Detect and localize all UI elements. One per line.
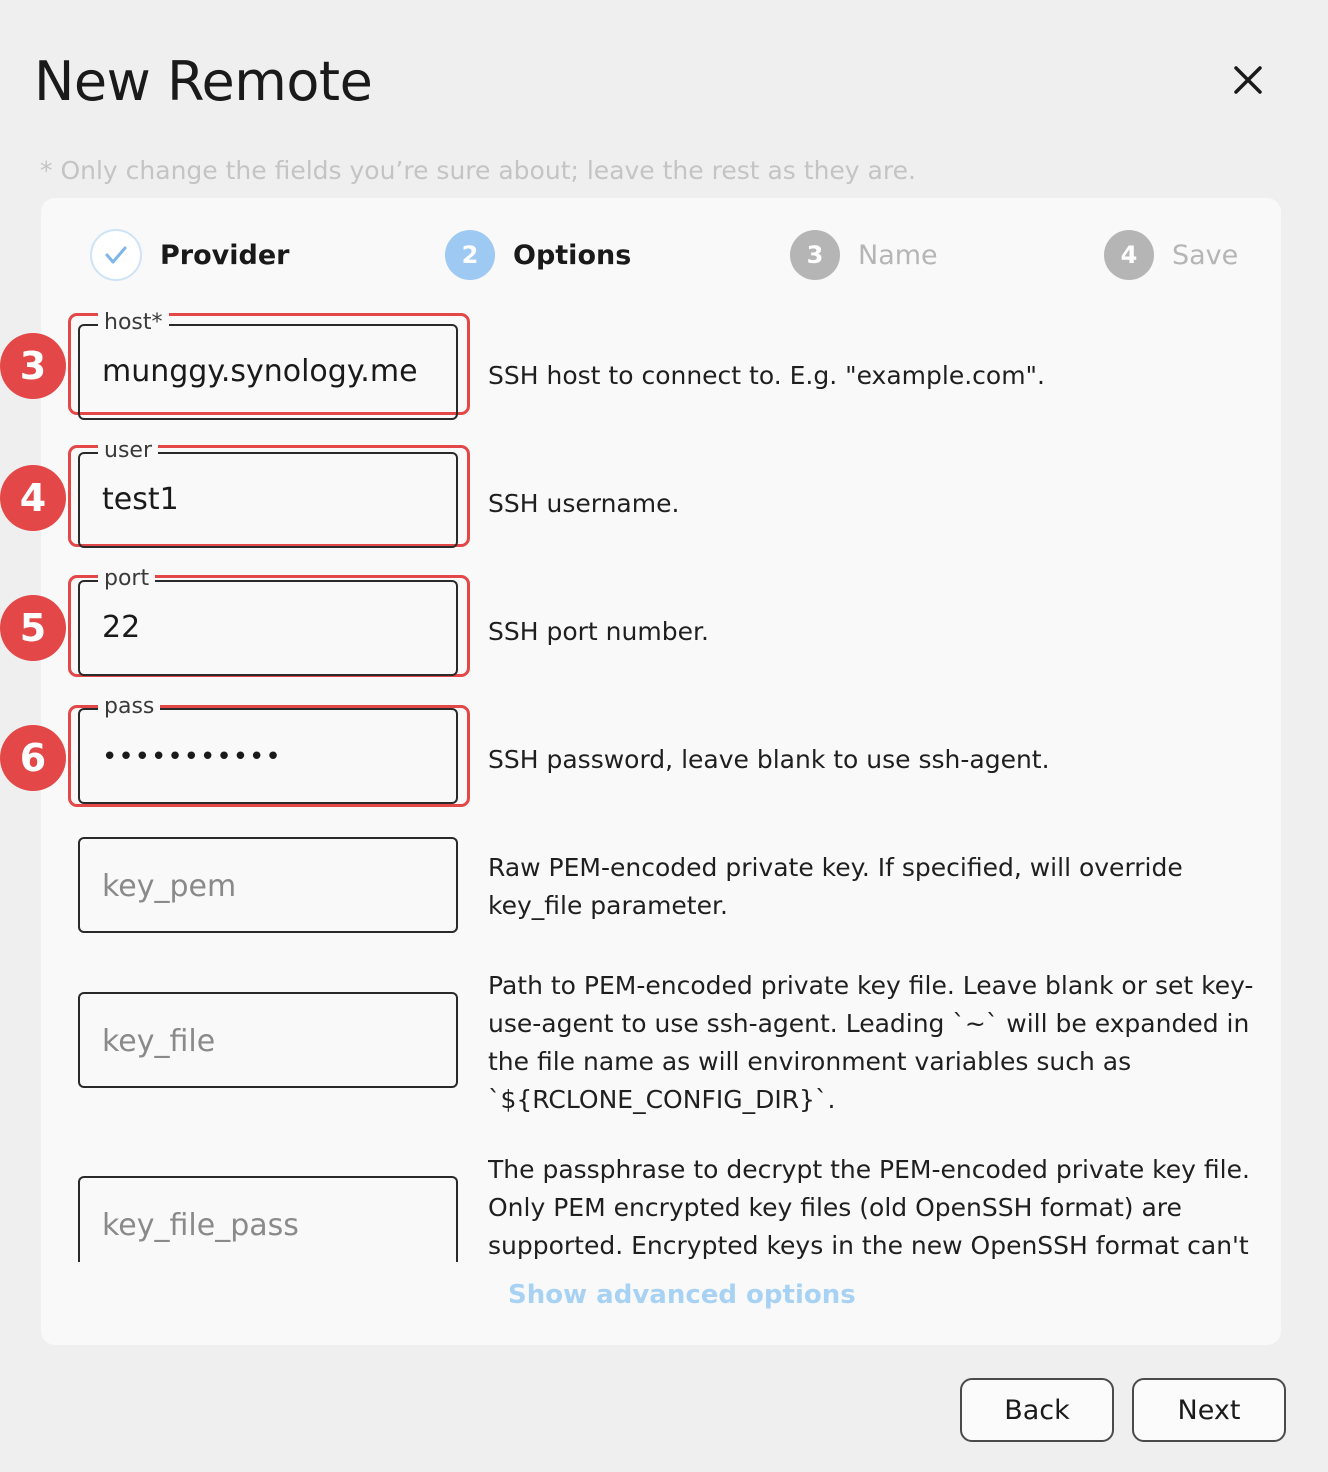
step-number: 3	[790, 230, 840, 280]
port-field[interactable]: port 22	[78, 562, 458, 676]
dialog-title: New Remote	[34, 50, 373, 113]
check-icon	[90, 229, 142, 281]
key-file-field[interactable]: key_file	[78, 992, 458, 1088]
step-number: 2	[445, 230, 495, 280]
pass-description: SSH password, leave blank to use ssh-age…	[488, 745, 1050, 774]
user-description: SSH username.	[488, 489, 680, 518]
step-provider: Provider	[90, 228, 289, 282]
field-placeholder: key_file_pass	[102, 1208, 299, 1243]
field-label: user	[98, 434, 158, 468]
step-options: 2 Options	[445, 228, 631, 282]
close-icon[interactable]	[1224, 56, 1272, 104]
step-label: Provider	[160, 239, 290, 271]
step-label: Name	[858, 239, 938, 271]
field-label: port	[98, 562, 156, 596]
show-advanced-options-link[interactable]: Show advanced options	[508, 1280, 856, 1310]
field-label: host*	[98, 306, 169, 340]
host-field[interactable]: host* munggy.synology.me	[78, 306, 458, 420]
step-save: 4 Save	[1104, 228, 1238, 282]
back-button[interactable]: Back	[960, 1378, 1114, 1442]
field-placeholder: key_file	[102, 1024, 216, 1059]
key-file-pass-field[interactable]: key_file_pass	[78, 1176, 458, 1262]
user-field[interactable]: user test1	[78, 434, 458, 548]
edit-hint: * Only change the fields you’re sure abo…	[40, 156, 916, 185]
step-name: 3 Name	[790, 228, 938, 282]
annotation-badge: 6	[0, 725, 66, 791]
key-file-pass-description: The passphrase to decrypt the PEM-encode…	[488, 1155, 1250, 1260]
field-label: pass	[98, 690, 161, 724]
annotation-badge: 5	[0, 595, 66, 661]
step-label: Save	[1172, 239, 1239, 271]
port-description: SSH port number.	[488, 617, 709, 646]
key-file-description: Path to PEM-encoded private key file. Le…	[488, 971, 1254, 1114]
field-value: •••••••••••	[102, 742, 282, 772]
pass-field[interactable]: pass •••••••••••	[78, 690, 458, 804]
field-value: test1	[102, 482, 179, 517]
annotation-badge: 3	[0, 333, 66, 399]
next-button[interactable]: Next	[1132, 1378, 1286, 1442]
step-number: 4	[1104, 230, 1154, 280]
field-value: 22	[102, 610, 141, 645]
key-pem-description: Raw PEM-encoded private key. If specifie…	[488, 853, 1183, 920]
host-description: SSH host to connect to. E.g. "example.co…	[488, 361, 1045, 390]
field-value: munggy.synology.me	[102, 354, 418, 389]
key-pem-field[interactable]: key_pem	[78, 837, 458, 933]
step-label: Options	[513, 239, 632, 271]
field-placeholder: key_pem	[102, 869, 237, 904]
annotation-badge: 4	[0, 465, 66, 531]
